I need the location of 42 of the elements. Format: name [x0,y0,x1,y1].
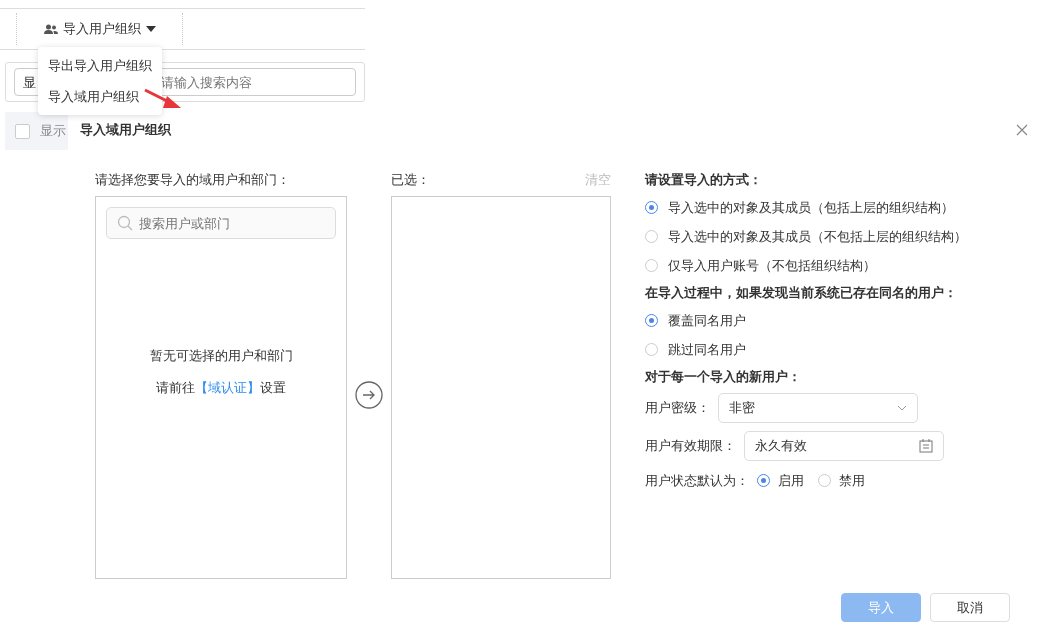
radio[interactable] [818,474,831,487]
users-icon [43,23,58,35]
radio-option[interactable]: 启用 [757,469,804,492]
import-users-button[interactable]: 导入用户组织 [16,13,183,45]
setup-hint: 请前往【域认证】设置 [155,379,287,397]
chevron-down-icon [897,405,907,411]
radio-option[interactable]: 导入选中的对象及其成员（包括上层的组织结构） [645,196,975,219]
radio[interactable] [645,259,658,272]
arrow-right-circle-icon[interactable] [355,380,383,409]
radio[interactable] [645,343,658,356]
column-label: 显示 [40,122,66,140]
source-label: 请选择您要导入的域用户和部门： [95,171,291,189]
radio-option[interactable]: 仅导入用户账号（不包括组织结构） [645,254,975,277]
checkbox[interactable] [15,123,30,139]
radio-option[interactable]: 覆盖同名用户 [645,309,975,332]
section-heading: 请设置导入的方式： [645,171,763,189]
dialog-button[interactable]: 取消 [930,593,1010,622]
caret-icon [145,26,156,32]
level-select[interactable]: 非密 [718,393,918,423]
search-icon [117,215,133,231]
search-input[interactable]: 搜索用户或部门 [137,214,321,232]
radio[interactable] [757,474,770,487]
radio[interactable] [645,314,658,327]
field-label: 用户密级： [645,399,710,417]
radio-option[interactable]: 跳过同名用户 [645,338,975,361]
radio[interactable] [645,230,658,243]
expiry-date-field[interactable]: 永久有效 [744,431,944,461]
radio-option[interactable]: 导入选中的对象及其成员（不包括上层的组织结构） [645,225,975,248]
domain-auth-link[interactable]: 【域认证】 [195,380,260,395]
empty-message: 暂无可选择的用户和部门 [148,347,294,365]
selected-label: 已选： [391,171,430,189]
section-heading: 在导入过程中，如果发现当前系统已存在同名的用户： [645,284,958,302]
radio[interactable] [645,201,658,214]
section-heading: 对于每一个导入的新用户： [645,368,802,386]
close-icon[interactable] [1016,124,1028,136]
user-search-field[interactable]: 搜索用户或部门 [106,207,336,239]
calendar-icon [919,439,933,453]
field-label: 用户有效期限： [645,437,736,455]
search-input[interactable]: 请输入搜索内容 [161,74,331,90]
dialog-title: 导入域用户组织 [80,121,171,139]
field-label: 用户状态默认为： [645,471,749,490]
radio-option[interactable]: 禁用 [818,469,865,492]
